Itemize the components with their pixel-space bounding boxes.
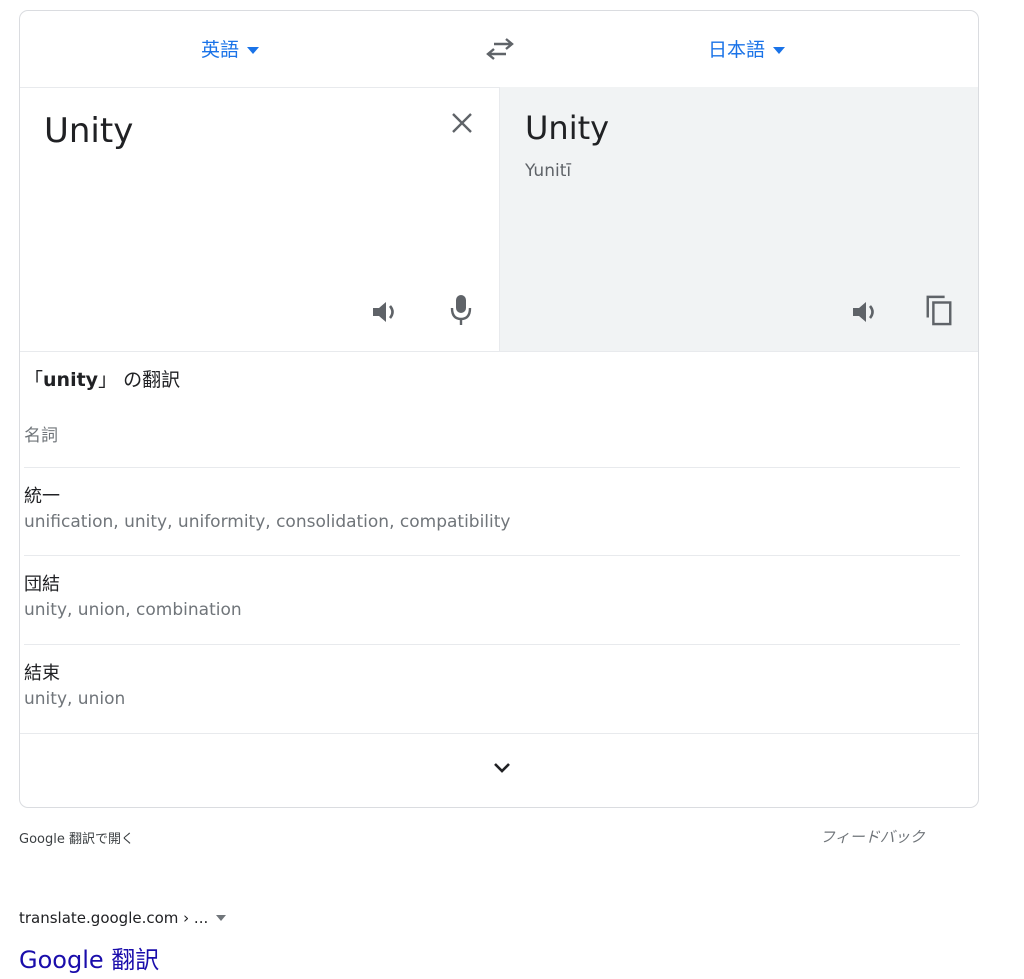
part-of-speech: 名詞 bbox=[24, 426, 58, 446]
romanization-text: Yunitī bbox=[525, 161, 572, 181]
feedback-link[interactable]: フィードバック bbox=[820, 826, 925, 847]
caret-down-icon[interactable] bbox=[216, 915, 227, 921]
speaker-icon bbox=[373, 302, 394, 322]
expand-row bbox=[20, 733, 978, 807]
entry-synonyms: unification, unity, uniformity, consolid… bbox=[24, 512, 511, 532]
close-icon bbox=[452, 113, 472, 133]
clear-input-button[interactable] bbox=[448, 109, 476, 137]
dictionary-title: 「unity」 の翻訳 bbox=[24, 365, 180, 392]
translated-text: Unity bbox=[525, 109, 610, 147]
dictionary-title-suffix: の翻訳 bbox=[117, 369, 181, 391]
dictionary-title-word: unity bbox=[43, 369, 99, 391]
source-language-selector[interactable]: 英語 bbox=[201, 35, 260, 62]
target-pane: Unity Yunitī bbox=[500, 87, 978, 351]
source-language-label: 英語 bbox=[201, 39, 240, 61]
chevron-down-icon bbox=[494, 763, 510, 773]
entry-synonyms: unity, union, combination bbox=[24, 600, 242, 620]
speaker-icon bbox=[853, 302, 874, 322]
target-listen-button[interactable] bbox=[850, 295, 880, 329]
search-result-url: translate.google.com › ... bbox=[19, 909, 227, 927]
copy-translation-button[interactable] bbox=[924, 293, 954, 327]
dictionary-title-open-bracket: 「 bbox=[24, 369, 44, 391]
caret-down-icon bbox=[773, 47, 786, 54]
caret-down-icon bbox=[247, 47, 260, 54]
entry-word: 団結 bbox=[24, 574, 60, 595]
copy-icon bbox=[926, 295, 952, 326]
voice-input-button[interactable] bbox=[446, 293, 476, 327]
dictionary-entry: 統一 unification, unity, uniformity, conso… bbox=[24, 467, 960, 555]
entry-synonyms: unity, union bbox=[24, 689, 126, 709]
target-language-selector[interactable]: 日本語 bbox=[708, 35, 786, 62]
swap-languages-button[interactable] bbox=[482, 36, 518, 62]
dictionary-entry: 結束 unity, union bbox=[24, 644, 960, 732]
swap-arrows-icon bbox=[486, 38, 514, 60]
source-listen-button[interactable] bbox=[370, 295, 400, 329]
microphone-icon bbox=[450, 295, 472, 325]
translation-panes: Unity Unity Yunitī bbox=[20, 87, 978, 352]
search-result-title-link[interactable]: Google 翻訳 bbox=[19, 940, 159, 975]
result-url-text: translate.google.com › ... bbox=[19, 909, 209, 927]
target-language-label: 日本語 bbox=[708, 39, 766, 61]
entry-word: 結束 bbox=[24, 663, 60, 684]
source-pane[interactable]: Unity bbox=[20, 87, 500, 351]
language-bar: 英語 日本語 bbox=[20, 11, 978, 88]
dictionary-title-close-bracket: 」 bbox=[98, 369, 118, 391]
expand-translations-button[interactable] bbox=[490, 758, 514, 778]
dictionary-entry: 団結 unity, union, combination bbox=[24, 555, 960, 643]
entry-word: 統一 bbox=[24, 486, 60, 507]
source-text-input[interactable]: Unity bbox=[44, 111, 133, 151]
open-in-google-translate-link[interactable]: Google 翻訳で開く bbox=[19, 828, 134, 847]
